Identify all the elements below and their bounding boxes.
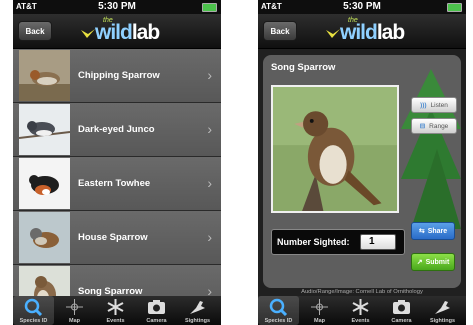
arrow-up-right-icon: ↗ [416,259,423,266]
submit-button[interactable]: ↗ Submit [411,253,455,271]
battery-icon [202,3,217,12]
range-button[interactable]: ⊟ Range [411,118,457,134]
number-sighted-input[interactable]: 1 [360,234,396,250]
species-list-screen: AT&T 5:30 PM Back the wildlab Chipping S… [13,0,221,325]
wildlab-logo: the wildlab [81,17,191,44]
species-card: Song Sparrow ))) Listen ⊟ Range Number Sig… [263,55,461,288]
status-time: 5:30 PM [98,1,136,12]
species-label: House Sparrow [78,232,148,243]
chipping-sparrow-thumbnail [19,50,70,101]
species-label: Eastern Towhee [78,178,151,189]
tab-species-id[interactable]: Species ID [258,296,299,325]
nav-bar: Back the wildlab [13,14,221,49]
status-time: 5:30 PM [343,1,381,12]
crosshair-icon [66,299,83,315]
tab-sightings[interactable]: Sightings [422,296,463,325]
song-sparrow-photo[interactable] [271,85,399,213]
tab-events[interactable]: Events [95,296,136,325]
species-label: Dark-eyed Junco [78,124,155,135]
species-row-eastern-towhee[interactable]: Eastern Towhee › [13,157,221,211]
species-detail-screen: AT&T 5:30 PM Back the wildlab Song Sparr… [258,0,466,325]
tab-bar: Species ID Map Events Camera Sightings [258,296,466,325]
chevron-right-icon: › [207,229,212,245]
species-row-chipping-sparrow[interactable]: Chipping Sparrow › [13,49,221,103]
range-map-icon: ⊟ [419,123,426,130]
tab-map[interactable]: Map [299,296,340,325]
status-bar: AT&T 5:30 PM [13,0,221,14]
attribution-text: Audio/Range/Image: Cornell Lab of Ornith… [301,289,423,295]
wildlab-logo: the wildlab [326,17,436,44]
status-bar: AT&T 5:30 PM [258,0,466,14]
eastern-towhee-thumbnail [19,158,70,209]
species-row-dark-eyed-junco[interactable]: Dark-eyed Junco › [13,103,221,157]
camera-icon [148,300,165,314]
crosshair-icon [311,299,328,315]
house-sparrow-thumbnail [19,212,70,263]
tab-bar: Species ID Map Events Camera Sightings [13,296,221,325]
tab-map[interactable]: Map [54,296,95,325]
listen-button[interactable]: ))) Listen [411,97,457,113]
species-row-house-sparrow[interactable]: House Sparrow › [13,211,221,265]
bird-icon [190,301,205,314]
bird-logo-icon [81,29,95,38]
tab-species-id[interactable]: Species ID [13,296,54,325]
dark-eyed-junco-thumbnail [19,104,70,155]
number-sighted-control: Number Sighted: 1 [271,229,405,255]
tab-camera[interactable]: Camera [381,296,422,325]
tree-illustration [401,69,461,229]
tab-camera[interactable]: Camera [136,296,177,325]
tab-events[interactable]: Events [340,296,381,325]
species-title: Song Sparrow [271,62,336,73]
share-icon: ⇆ [418,228,425,235]
search-icon [24,298,43,316]
bird-icon [435,301,450,314]
battery-icon [447,3,462,12]
detail-content: Song Sparrow ))) Listen ⊟ Range Number Sig… [258,49,466,296]
tab-sightings[interactable]: Sightings [177,296,218,325]
species-list: Chipping Sparrow › Dark-eyed Junco › Eas… [13,49,221,319]
asterisk-icon [107,299,124,315]
search-icon [269,298,288,316]
back-button[interactable]: Back [18,21,52,41]
chevron-right-icon: › [207,175,212,191]
asterisk-icon [352,299,369,315]
back-button[interactable]: Back [263,21,297,41]
species-label: Chipping Sparrow [78,70,160,81]
number-sighted-label: Number Sighted: [277,237,350,247]
bird-logo-icon [326,29,340,38]
share-button[interactable]: ⇆ Share [411,222,455,240]
sound-wave-icon: ))) [420,101,427,109]
chevron-right-icon: › [207,121,212,137]
camera-icon [393,300,410,314]
chevron-right-icon: › [207,67,212,83]
nav-bar: Back the wildlab [258,14,466,49]
